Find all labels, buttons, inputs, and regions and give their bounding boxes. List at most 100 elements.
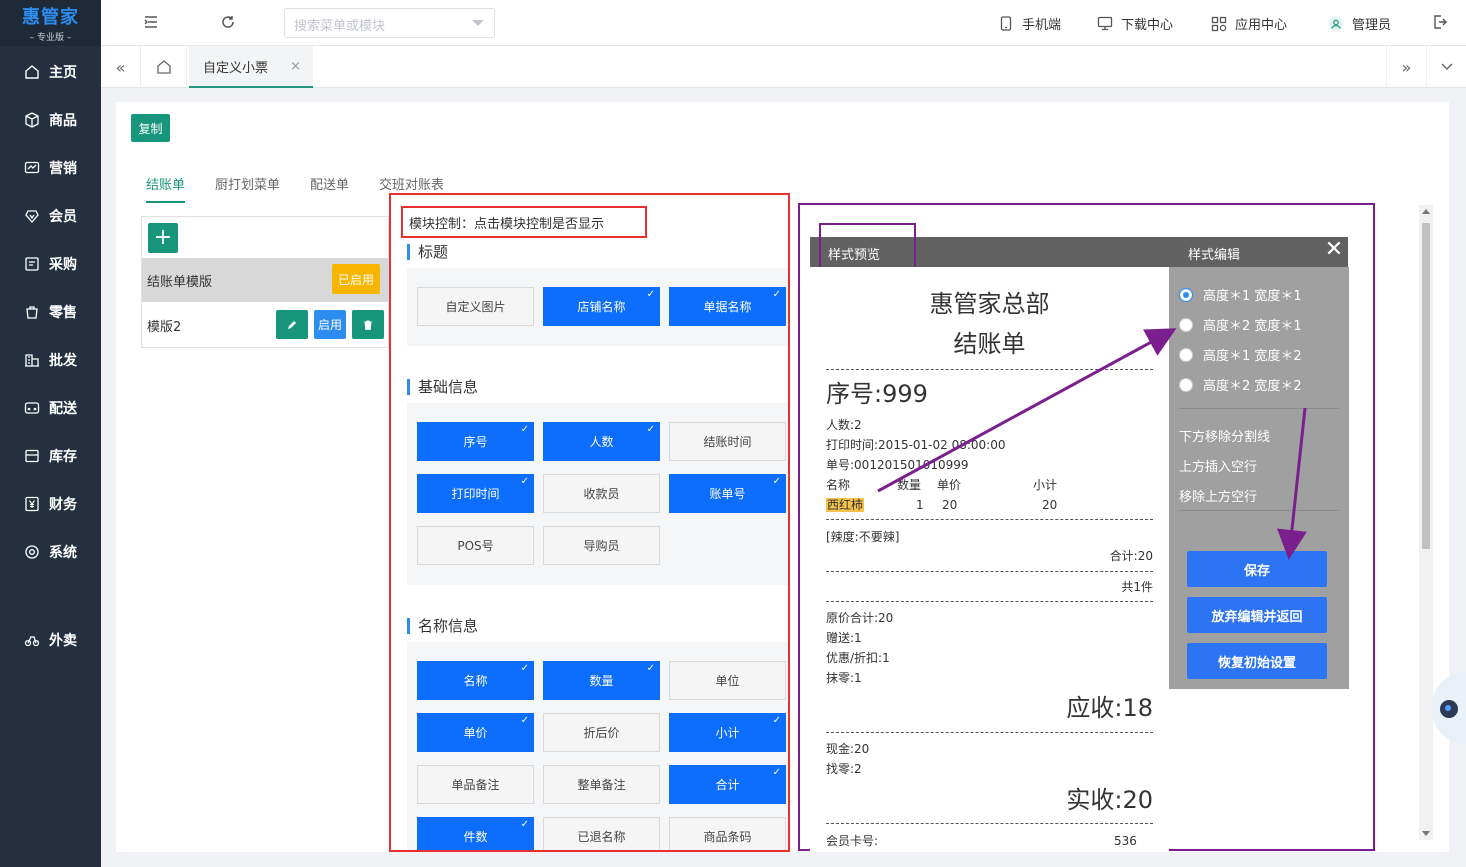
sidebar-item-wholesale[interactable]: 批发 — [0, 340, 101, 380]
app-center-link[interactable]: 应用中心 — [1211, 14, 1287, 33]
sidebar-item-home[interactable]: 主页 — [0, 52, 101, 92]
total[interactable]: 合计:20 — [826, 546, 1153, 566]
discount[interactable]: 优惠/折扣:1 — [826, 648, 1153, 668]
size-option[interactable]: 高度＊2 宽度＊2 — [1179, 375, 1302, 394]
original-total[interactable]: 原价合计:20 — [826, 608, 1153, 628]
sidebar-item-purchase[interactable]: 采购 — [0, 244, 101, 284]
module-chip[interactable]: 账单号 ✓ — [669, 474, 786, 513]
module-chip[interactable]: 数量 ✓ — [543, 661, 660, 700]
module-chip[interactable]: 单据名称 ✓ — [669, 287, 786, 326]
tab-delivery[interactable]: 配送单 — [310, 174, 349, 203]
sidebar-item-takeout[interactable]: 外卖 — [0, 620, 101, 660]
paid[interactable]: 实收:20 — [826, 785, 1153, 815]
module-chip[interactable]: 件数 ✓ — [417, 817, 534, 850]
search-input[interactable]: 搜索菜单或模块 — [284, 8, 495, 38]
reset-defaults-button[interactable]: 恢复初始设置 — [1187, 643, 1327, 679]
close-icon[interactable]: × — [290, 59, 301, 74]
gift[interactable]: 赠送:1 — [826, 628, 1153, 648]
download-center-link[interactable]: 下载中心 — [1097, 14, 1173, 33]
serial-number[interactable]: 序号:999 — [826, 379, 1153, 409]
item-note[interactable]: [辣度:不要辣] — [826, 527, 1153, 547]
sidebar-item-delivery[interactable]: 配送 — [0, 388, 101, 428]
module-chip[interactable]: 人数 ✓ — [543, 422, 660, 461]
module-chip[interactable]: 小计 ✓ — [669, 713, 786, 752]
module-chip[interactable]: 收款员 — [543, 474, 660, 513]
print-time[interactable]: 打印时间:2015-01-02 08:00:00 — [826, 435, 1153, 455]
sidebar-item-member[interactable]: 会员 — [0, 196, 101, 236]
discard-and-return-button[interactable]: 放弃编辑并返回 — [1187, 597, 1327, 633]
size-option[interactable]: 高度＊1 宽度＊1 — [1179, 285, 1302, 304]
edit-button[interactable] — [276, 310, 308, 339]
module-chip[interactable]: 名称 ✓ — [417, 661, 534, 700]
module-chip[interactable]: 单价 ✓ — [417, 713, 534, 752]
text-label: 商品条码 — [703, 830, 752, 844]
bill-number[interactable]: 单号:0012015010​10999 — [826, 455, 1153, 475]
sidebar-item-goods[interactable]: 商品 — [0, 100, 101, 140]
module-chip[interactable]: 整单备注 — [543, 765, 660, 804]
menu-toggle-icon[interactable] — [141, 12, 161, 32]
text-label: 数量 — [897, 478, 922, 492]
document-name[interactable]: 结账单 — [826, 329, 1153, 359]
receivable[interactable]: 应收:18 — [826, 693, 1153, 723]
rounding[interactable]: 抹零:1 — [826, 668, 1153, 688]
scroll-up-icon[interactable] — [1422, 209, 1430, 214]
logout-icon[interactable] — [1430, 12, 1450, 32]
item-row[interactable]: 西红柿 1 20 20 — [826, 495, 1153, 515]
sidebar-item-label: 外卖 — [49, 633, 77, 649]
module-chip[interactable]: 结账时间 — [669, 422, 786, 461]
remove-divider-below-link[interactable]: 下方移除分割线 — [1179, 426, 1270, 445]
module-chip[interactable]: 打印时间 ✓ — [417, 474, 534, 513]
scroll-thumb[interactable] — [1422, 223, 1430, 549]
scroll-down-icon[interactable] — [1422, 831, 1430, 836]
module-chip[interactable]: 已退名称 — [543, 817, 660, 850]
remove-blank-above-link[interactable]: 移除上方空行 — [1179, 486, 1257, 505]
close-icon[interactable]: ✕ — [1323, 237, 1345, 265]
tab-kitchen[interactable]: 厨打划菜单 — [215, 174, 280, 203]
people-count[interactable]: 人数:2 — [826, 415, 1153, 435]
double-chevron-left-icon: « — [115, 57, 126, 77]
module-chip[interactable]: 折后价 — [543, 713, 660, 752]
module-chip[interactable]: 合计 ✓ — [669, 765, 786, 804]
home-icon — [24, 64, 40, 80]
module-chip[interactable]: 序号 ✓ — [417, 422, 534, 461]
refresh-icon[interactable] — [218, 12, 238, 32]
sidebar-item-inventory[interactable]: 库存 — [0, 436, 101, 476]
change[interactable]: 找零:2 — [826, 759, 1153, 779]
tab-custom-receipt[interactable]: 自定义小票 × — [189, 46, 313, 88]
sidebar-item-system[interactable]: 系统 — [0, 532, 101, 572]
copy-button[interactable]: 复制 — [131, 114, 170, 142]
module-chip[interactable]: 单品备注 — [417, 765, 534, 804]
scroll-tabs-right-button[interactable]: » — [1386, 46, 1426, 88]
save-button[interactable]: 保存 — [1187, 551, 1327, 587]
scrollbar[interactable] — [1419, 205, 1433, 840]
member-card[interactable]: 会员卡号: 536 — [826, 831, 1153, 851]
scroll-tabs-left-button[interactable]: « — [101, 46, 141, 88]
size-option[interactable]: 高度＊2 宽度＊1 — [1179, 315, 1302, 334]
item-count[interactable]: 共1件 — [826, 577, 1153, 597]
delete-button[interactable] — [352, 310, 384, 339]
home-tab[interactable] — [141, 46, 187, 88]
sidebar-item-retail[interactable]: 零售 — [0, 292, 101, 332]
module-chip[interactable]: POS号 — [417, 526, 534, 565]
add-template-button[interactable]: + — [148, 223, 178, 253]
template-row[interactable]: 模版2 启用 — [142, 303, 388, 347]
mobile-link[interactable]: 手机端 — [998, 14, 1061, 33]
module-chip[interactable]: 单位 — [669, 661, 786, 700]
insert-blank-above-link[interactable]: 上方插入空行 — [1179, 456, 1257, 475]
size-option[interactable]: 高度＊1 宽度＊2 — [1179, 345, 1302, 364]
store-name[interactable]: 惠管家总部 — [826, 289, 1153, 319]
tab-checkout[interactable]: 结账单 — [146, 174, 186, 203]
module-chip[interactable]: 店铺名称 ✓ — [543, 287, 660, 326]
module-chip[interactable]: 导购员 — [543, 526, 660, 565]
tabs-menu-button[interactable] — [1426, 46, 1466, 88]
sidebar-item-finance[interactable]: 财务 — [0, 484, 101, 524]
module-chip[interactable]: 自定义图片 — [417, 287, 534, 326]
template-row[interactable]: 结账单模版 已启用 — [142, 258, 388, 302]
module-chip[interactable]: 商品条码 — [669, 817, 786, 850]
enable-button[interactable]: 启用 — [314, 310, 346, 339]
brand-logo[interactable]: 惠管家 – 专业版 – — [0, 0, 101, 46]
user-menu[interactable]: 管理员 — [1328, 14, 1391, 33]
sidebar-item-marketing[interactable]: 营销 — [0, 148, 101, 188]
brand-name: 惠管家 — [22, 7, 79, 28]
cash[interactable]: 现金:20 — [826, 739, 1153, 759]
